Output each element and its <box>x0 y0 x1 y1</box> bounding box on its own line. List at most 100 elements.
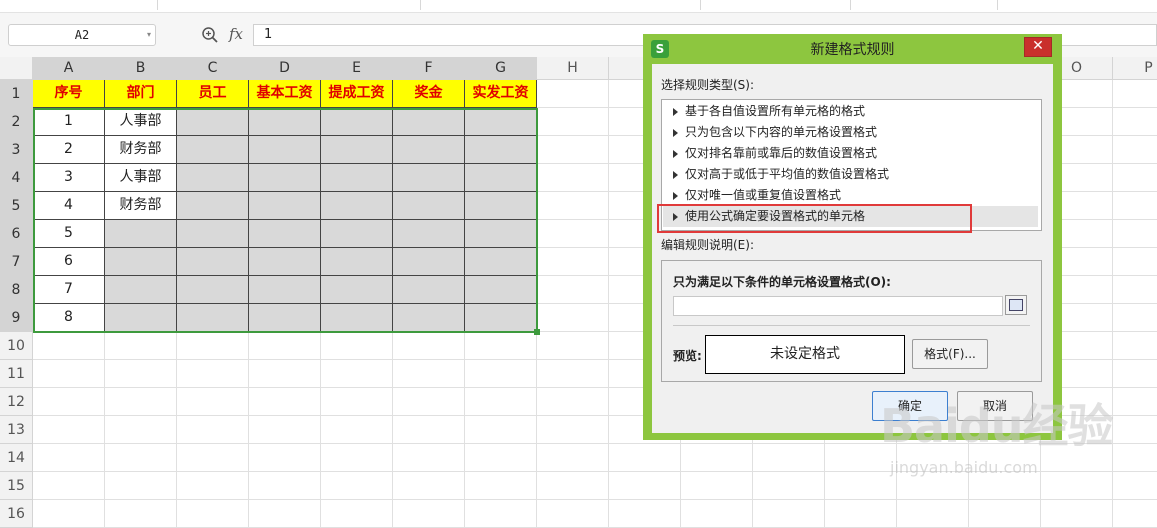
grid-cell[interactable] <box>105 416 177 444</box>
grid-cell[interactable] <box>465 444 537 472</box>
table-cell[interactable] <box>465 220 537 248</box>
table-cell[interactable] <box>321 276 393 304</box>
grid-cell[interactable] <box>537 472 609 500</box>
grid-cell[interactable] <box>825 500 897 528</box>
table-cell[interactable] <box>393 136 465 164</box>
rule-type-item[interactable]: 仅对排名靠前或靠后的数值设置格式 <box>663 143 1038 164</box>
grid-cell[interactable] <box>33 500 105 528</box>
grid-cell[interactable] <box>321 360 393 388</box>
range-picker-button[interactable] <box>1005 295 1027 315</box>
grid-cell[interactable] <box>897 500 969 528</box>
grid-cell[interactable] <box>537 80 609 108</box>
grid-cell[interactable] <box>105 500 177 528</box>
column-header[interactable]: B <box>105 57 177 80</box>
row-header[interactable]: 14 <box>0 444 33 472</box>
table-cell[interactable]: 7 <box>33 276 105 304</box>
table-cell[interactable]: 人事部 <box>105 108 177 136</box>
row-header[interactable]: 1 <box>0 80 33 108</box>
table-cell[interactable] <box>393 304 465 332</box>
grid-cell[interactable] <box>33 444 105 472</box>
table-cell[interactable] <box>393 108 465 136</box>
grid-cell[interactable] <box>249 500 321 528</box>
grid-cell[interactable] <box>1113 304 1157 332</box>
grid-cell[interactable] <box>105 360 177 388</box>
grid-cell[interactable] <box>1113 164 1157 192</box>
row-header[interactable]: 13 <box>0 416 33 444</box>
grid-cell[interactable] <box>393 332 465 360</box>
grid-cell[interactable] <box>609 500 681 528</box>
grid-cell[interactable] <box>609 472 681 500</box>
table-header-cell[interactable]: 奖金 <box>393 80 465 108</box>
row-header[interactable]: 5 <box>0 192 33 220</box>
grid-cell[interactable] <box>249 360 321 388</box>
table-cell[interactable]: 2 <box>33 136 105 164</box>
table-cell[interactable] <box>105 304 177 332</box>
table-cell[interactable]: 3 <box>33 164 105 192</box>
grid-cell[interactable] <box>537 444 609 472</box>
table-cell[interactable] <box>249 220 321 248</box>
table-cell[interactable]: 财务部 <box>105 136 177 164</box>
grid-cell[interactable] <box>1113 80 1157 108</box>
table-header-cell[interactable]: 员工 <box>177 80 249 108</box>
grid-cell[interactable] <box>33 332 105 360</box>
row-header[interactable]: 10 <box>0 332 33 360</box>
table-cell[interactable] <box>249 276 321 304</box>
table-cell[interactable] <box>465 164 537 192</box>
grid-cell[interactable] <box>105 444 177 472</box>
close-button[interactable]: ✕ <box>1024 37 1052 57</box>
grid-cell[interactable] <box>537 304 609 332</box>
table-cell[interactable] <box>249 304 321 332</box>
grid-cell[interactable] <box>753 444 825 472</box>
grid-cell[interactable] <box>249 332 321 360</box>
row-header[interactable]: 9 <box>0 304 33 332</box>
zoom-icon[interactable] <box>201 26 219 44</box>
rule-type-list[interactable]: 基于各自值设置所有单元格的格式 只为包含以下内容的单元格设置格式 仅对排名靠前或… <box>657 99 1042 233</box>
table-cell[interactable] <box>177 248 249 276</box>
row-header[interactable]: 2 <box>0 108 33 136</box>
grid-cell[interactable] <box>393 500 465 528</box>
grid-cell[interactable] <box>321 472 393 500</box>
grid-cell[interactable] <box>177 500 249 528</box>
rule-type-item[interactable]: 基于各自值设置所有单元格的格式 <box>663 101 1038 122</box>
table-cell[interactable] <box>321 136 393 164</box>
grid-cell[interactable] <box>465 472 537 500</box>
table-cell[interactable] <box>177 304 249 332</box>
table-cell[interactable] <box>249 108 321 136</box>
table-cell[interactable]: 财务部 <box>105 192 177 220</box>
table-cell[interactable]: 1 <box>33 108 105 136</box>
table-cell[interactable] <box>249 136 321 164</box>
table-cell[interactable] <box>177 276 249 304</box>
grid-cell[interactable] <box>465 500 537 528</box>
table-cell[interactable] <box>321 164 393 192</box>
row-header[interactable]: 16 <box>0 500 33 528</box>
table-cell[interactable] <box>465 108 537 136</box>
table-cell[interactable] <box>105 220 177 248</box>
grid-cell[interactable] <box>249 416 321 444</box>
row-header[interactable]: 11 <box>0 360 33 388</box>
grid-cell[interactable] <box>177 472 249 500</box>
rule-type-item[interactable]: 仅对唯一值或重复值设置格式 <box>663 185 1038 206</box>
grid-cell[interactable] <box>393 472 465 500</box>
grid-cell[interactable] <box>1113 220 1157 248</box>
row-header[interactable]: 6 <box>0 220 33 248</box>
table-cell[interactable] <box>321 304 393 332</box>
table-header-cell[interactable]: 提成工资 <box>321 80 393 108</box>
table-cell[interactable] <box>393 192 465 220</box>
table-cell[interactable] <box>393 248 465 276</box>
row-header[interactable]: 15 <box>0 472 33 500</box>
select-all-corner[interactable] <box>0 57 33 80</box>
table-cell[interactable] <box>321 220 393 248</box>
column-header[interactable]: C <box>177 57 249 80</box>
table-cell[interactable] <box>393 164 465 192</box>
row-header[interactable]: 4 <box>0 164 33 192</box>
grid-cell[interactable] <box>1113 136 1157 164</box>
grid-cell[interactable] <box>1113 276 1157 304</box>
grid-cell[interactable] <box>537 360 609 388</box>
grid-cell[interactable] <box>537 332 609 360</box>
fill-handle[interactable] <box>534 329 540 335</box>
table-cell[interactable] <box>465 248 537 276</box>
grid-cell[interactable] <box>33 416 105 444</box>
grid-cell[interactable] <box>105 388 177 416</box>
grid-cell[interactable] <box>321 444 393 472</box>
table-header-cell[interactable]: 实发工资 <box>465 80 537 108</box>
